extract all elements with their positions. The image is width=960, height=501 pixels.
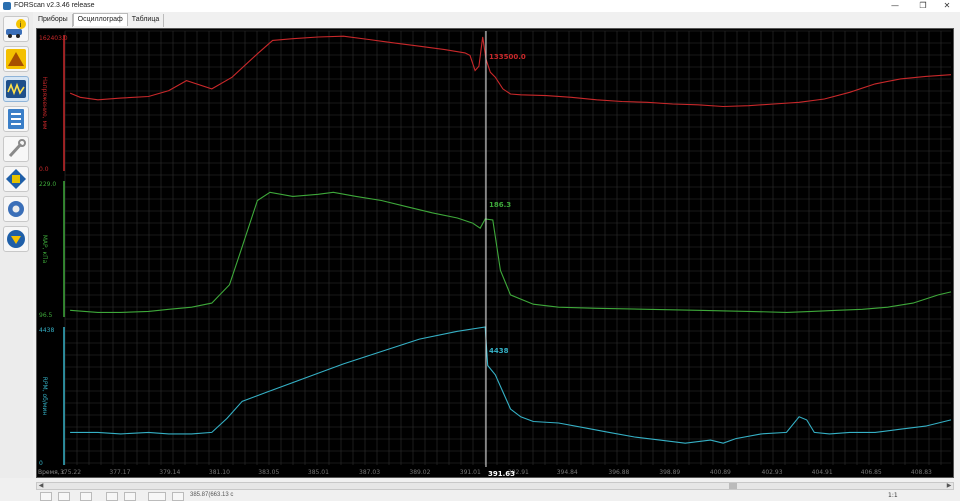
- zoom-level: 1:1: [888, 492, 898, 499]
- sidebar-item-oscilloscope[interactable]: [3, 76, 29, 102]
- cursor-coordinates: 385.87(663.13 c: [190, 492, 234, 498]
- close-button[interactable]: ✕: [934, 0, 960, 12]
- x-tick-label: 377.17: [109, 469, 130, 476]
- x-tick-label: 387.03: [359, 469, 380, 476]
- x-tick-label: 406.85: [861, 469, 882, 476]
- scroll-right-icon[interactable]: ▶: [945, 482, 953, 490]
- checklist-icon: [8, 109, 24, 129]
- series-min-label: 96.5: [39, 312, 53, 319]
- x-tick-label: 398.89: [659, 469, 680, 476]
- sidebar: i: [0, 12, 33, 501]
- series-min-label: 0: [39, 460, 43, 467]
- series-name-label: MAP, кПа: [41, 235, 48, 264]
- series-max-label: 229.0: [39, 181, 56, 188]
- oscilloscope-icon: [6, 80, 26, 98]
- scroll-left-icon[interactable]: ◀: [37, 482, 45, 490]
- x-tick-label: 408.83: [911, 469, 932, 476]
- warning-icon: [6, 49, 26, 69]
- x-tick-label: 383.05: [258, 469, 279, 476]
- x-tick-label: 385.01: [308, 469, 329, 476]
- save-button[interactable]: [106, 492, 118, 501]
- chip-icon: [6, 169, 26, 189]
- x-tick-label: 404.91: [812, 469, 833, 476]
- sidebar-item-service[interactable]: [3, 136, 29, 162]
- tab-bar: Приборы Осциллограф Таблица: [34, 13, 165, 27]
- wrench-icon: [8, 139, 26, 158]
- cursor-value-label: 4438: [489, 347, 509, 355]
- series-name-label: Напряжение, мм: [41, 76, 48, 129]
- x-axis-label: Время, с: [38, 469, 65, 476]
- x-tick-label: 391.01: [460, 469, 481, 476]
- sidebar-item-about[interactable]: [3, 226, 29, 252]
- mode-select[interactable]: [148, 492, 166, 501]
- cursor-value-label: 133500.0: [489, 53, 526, 61]
- x-tick-label: 381.10: [209, 469, 230, 476]
- cursor-value-label: 186.3: [489, 201, 511, 209]
- minimize-button[interactable]: —: [882, 0, 908, 12]
- zoom-out-button[interactable]: [58, 492, 70, 501]
- series-line-2: [70, 326, 952, 444]
- tab-gauges[interactable]: Приборы: [34, 14, 73, 27]
- series-line-1: [70, 191, 952, 313]
- car-info-icon: i: [6, 19, 26, 38]
- sidebar-item-vehicle-info[interactable]: i: [3, 16, 29, 42]
- tab-table[interactable]: Таблица: [128, 14, 165, 27]
- zoom-in-button[interactable]: [40, 492, 52, 501]
- maximize-button[interactable]: ❐: [910, 0, 936, 12]
- sidebar-item-config[interactable]: [3, 166, 29, 192]
- ford-logo-icon: [7, 230, 25, 248]
- tab-oscilloscope[interactable]: Осциллограф: [72, 13, 128, 26]
- title-bar: FORScan v2.3.46 release — ❐ ✕: [0, 0, 960, 12]
- sidebar-item-settings[interactable]: [3, 196, 29, 222]
- oscilloscope-chart[interactable]: 162403.0 0.0 Напряжение, мм 133500.0 229.0 96…: [37, 29, 953, 478]
- svg-text:i: i: [20, 21, 22, 29]
- gear-icon: [8, 201, 24, 217]
- x-tick-label: 394.84: [557, 469, 578, 476]
- series-max-label: 162403.0: [39, 35, 68, 42]
- cursor-time-label: 391.63: [488, 470, 515, 477]
- fit-button[interactable]: [172, 492, 184, 501]
- series-line-0: [69, 35, 952, 108]
- time-scrollbar[interactable]: ◀ ▶: [36, 482, 954, 490]
- x-tick-label: 400.89: [710, 469, 731, 476]
- app-icon: [3, 2, 11, 10]
- settings-tool-button[interactable]: [80, 492, 92, 501]
- sidebar-item-tests[interactable]: [3, 106, 29, 132]
- scrollbar-thumb[interactable]: [729, 483, 737, 489]
- x-tick-label: 402.93: [762, 469, 783, 476]
- series-name-label: RPM, об/мин: [41, 377, 48, 416]
- x-tick-label: 396.88: [608, 469, 629, 476]
- series-min-label: 0.0: [39, 166, 49, 173]
- window-title: FORScan v2.3.46 release: [14, 2, 95, 9]
- open-button[interactable]: [124, 492, 136, 501]
- x-tick-label: 389.02: [409, 469, 430, 476]
- series-max-label: 4438: [39, 327, 54, 334]
- x-tick-label: 379.14: [159, 469, 180, 476]
- oscilloscope-plot[interactable]: 162403.0 0.0 Напряжение, мм 133500.0 229.0 96…: [36, 28, 954, 478]
- sidebar-item-dtc[interactable]: [3, 46, 29, 72]
